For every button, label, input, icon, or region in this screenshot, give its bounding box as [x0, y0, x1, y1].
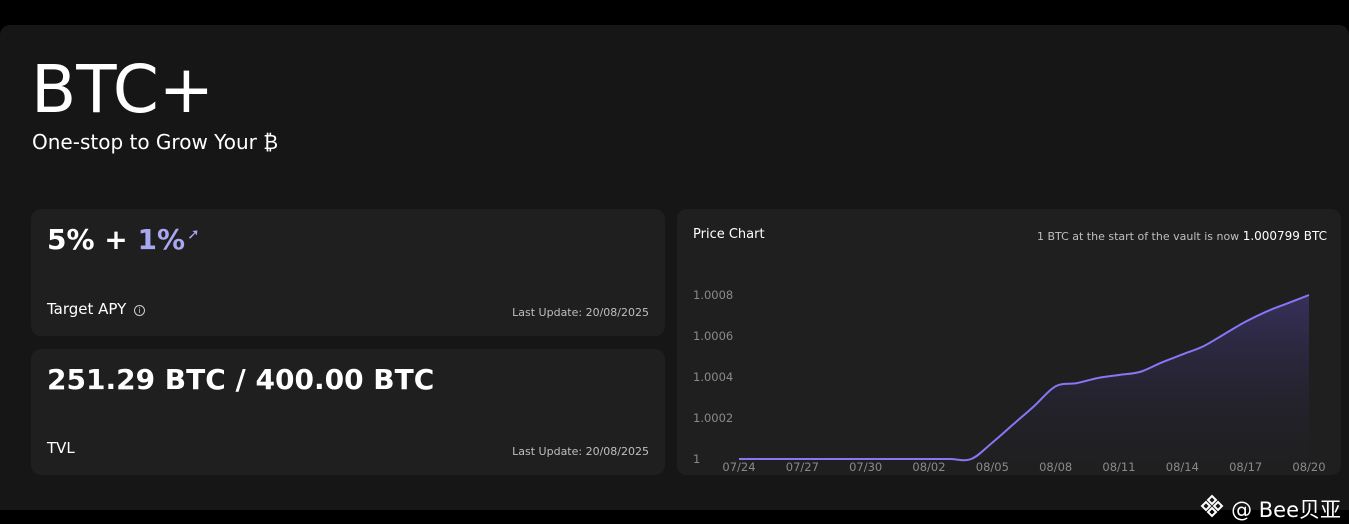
price-chart-card: Price Chart 1 BTC at the start of the va…	[677, 209, 1341, 475]
x-tick-label: 08/08	[1039, 460, 1072, 474]
tvl-label: TVL	[47, 439, 75, 457]
tvl-last-update: Last Update: 20/08/2025	[512, 445, 649, 458]
y-tick-label: 1.0002	[693, 411, 733, 425]
y-tick-label: 1.0006	[693, 329, 733, 343]
vault-panel: BTC+ One-stop to Grow Your ₿ 5% + 1%➚ Ta…	[0, 25, 1349, 510]
series-area	[739, 295, 1309, 460]
x-tick-label: 07/30	[849, 460, 882, 474]
price-chart[interactable]: 1 1.0002 1.0004 1.0006 1.0008 07/24 07/27 07/30…	[677, 209, 1341, 475]
rocket-icon: ➚	[187, 225, 200, 243]
y-tick-label: 1	[693, 452, 700, 466]
binance-icon	[1199, 493, 1225, 524]
x-tick-label: 08/17	[1229, 460, 1262, 474]
x-tick-label: 08/02	[912, 460, 945, 474]
tvl-value: 251.29 BTC / 400.00 BTC	[47, 363, 434, 396]
x-tick-label: 08/14	[1166, 460, 1199, 474]
y-tick-label: 1.0004	[693, 370, 733, 384]
x-tick-label: 08/11	[1102, 460, 1135, 474]
apy-card: 5% + 1%➚ Target APY i Last Update: 20/08…	[31, 209, 665, 336]
apy-label-row: Target APY i	[47, 300, 145, 318]
x-tick-label: 08/20	[1292, 460, 1325, 474]
apy-plus: +	[104, 223, 127, 256]
apy-bonus: 1%	[138, 223, 186, 256]
apy-label: Target APY	[47, 300, 126, 318]
x-tick-label: 07/24	[722, 460, 755, 474]
apy-last-update: Last Update: 20/08/2025	[512, 306, 649, 319]
apy-base: 5%	[47, 223, 95, 256]
y-tick-label: 1.0008	[693, 288, 733, 302]
x-tick-label: 08/05	[976, 460, 1009, 474]
watermark-text: @ Bee贝亚	[1231, 494, 1341, 524]
watermark: @ Bee贝亚	[1199, 493, 1341, 524]
x-tick-label: 07/27	[786, 460, 819, 474]
info-icon[interactable]: i	[134, 305, 145, 316]
page-subtitle: One-stop to Grow Your ₿	[32, 130, 278, 155]
tvl-card: 251.29 BTC / 400.00 BTC TVL Last Update:…	[31, 349, 665, 475]
page-title: BTC+	[31, 50, 214, 130]
apy-value: 5% + 1%➚	[47, 223, 200, 256]
